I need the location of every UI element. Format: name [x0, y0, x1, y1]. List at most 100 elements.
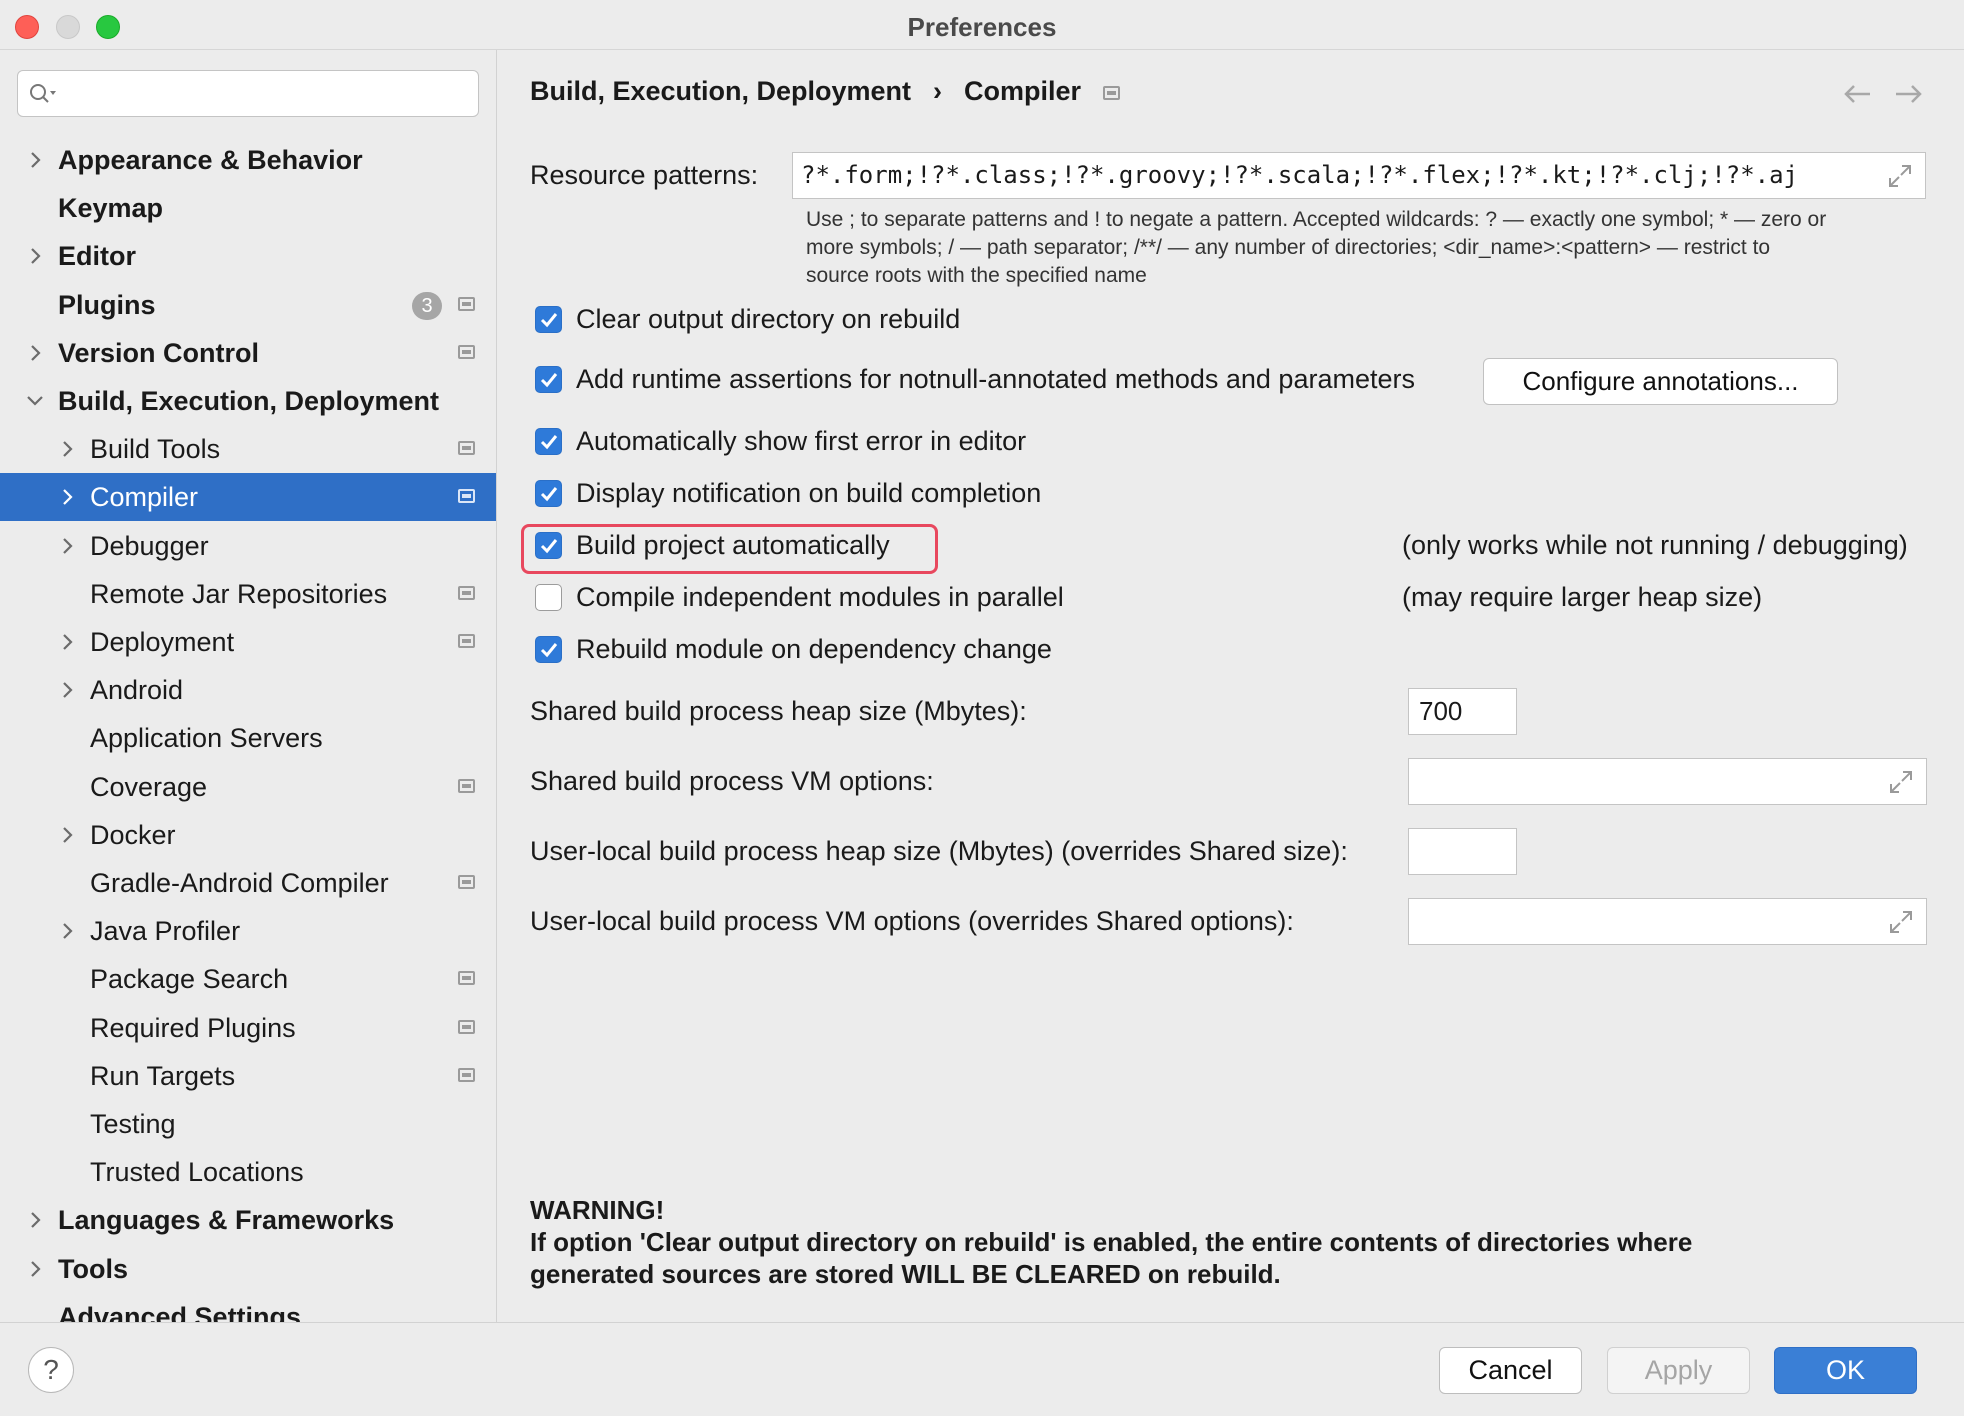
- resource-patterns-label: Resource patterns:: [530, 160, 759, 190]
- sidebar-item-label: Deployment: [90, 627, 235, 657]
- option-checkbox[interactable]: [535, 636, 562, 663]
- chevron-down-icon[interactable]: [24, 377, 48, 425]
- chevron-right-icon[interactable]: [56, 425, 80, 473]
- project-scope-icon: [458, 634, 475, 648]
- forward-arrow-icon[interactable]: [1894, 80, 1924, 114]
- chevron-right-icon[interactable]: [24, 329, 48, 377]
- checkmark-icon: [540, 487, 558, 502]
- sidebar-item[interactable]: Build Tools: [0, 425, 496, 473]
- settings-search-input[interactable]: [17, 70, 479, 117]
- chevron-right-icon[interactable]: [24, 232, 48, 280]
- resource-patterns-value: ?*.form;!?*.class;!?*.groovy;!?*.scala;!…: [801, 161, 1798, 189]
- option-label[interactable]: Automatically show first error in editor: [576, 426, 1026, 457]
- chevron-right-icon[interactable]: [56, 473, 80, 521]
- configure-annotations-button[interactable]: Configure annotations...: [1483, 358, 1838, 405]
- chevron-right-icon[interactable]: [24, 1245, 48, 1293]
- project-scope-icon: [458, 779, 475, 793]
- sidebar-item[interactable]: Gradle-Android Compiler: [0, 859, 496, 907]
- chevron-right-icon[interactable]: [56, 907, 80, 955]
- sidebar-item[interactable]: Advanced Settings: [0, 1293, 496, 1322]
- project-scope-icon: [458, 1020, 475, 1034]
- expand-icon[interactable]: [1888, 909, 1914, 935]
- sidebar-item[interactable]: Application Servers: [0, 714, 496, 762]
- user-heap-label: User-local build process heap size (Mbyt…: [530, 836, 1348, 866]
- shared-heap-input[interactable]: 700: [1408, 688, 1517, 735]
- chevron-right-icon[interactable]: [56, 666, 80, 714]
- user-vm-input[interactable]: [1408, 898, 1927, 945]
- project-scope-icon: [458, 971, 475, 985]
- option-checkbox[interactable]: [535, 584, 562, 611]
- help-button[interactable]: ?: [28, 1347, 74, 1393]
- back-arrow-icon[interactable]: [1842, 80, 1872, 114]
- sidebar-item[interactable]: Appearance & Behavior: [0, 136, 496, 184]
- sidebar-item[interactable]: Docker: [0, 811, 496, 859]
- sidebar-item-label: Languages & Frameworks: [58, 1205, 395, 1235]
- sidebar-item-label: Debugger: [90, 531, 209, 561]
- option-label[interactable]: Rebuild module on dependency change: [576, 634, 1052, 665]
- sidebar-item[interactable]: Version Control: [0, 329, 496, 377]
- sidebar-item[interactable]: Debugger: [0, 522, 496, 570]
- hint-line: source roots with the specified name: [806, 264, 1147, 287]
- option-checkbox[interactable]: [535, 306, 562, 333]
- option-label[interactable]: Display notification on build completion: [576, 478, 1041, 509]
- sidebar-item-label: Java Profiler: [90, 916, 241, 946]
- ok-button[interactable]: OK: [1774, 1347, 1917, 1394]
- resource-patterns-field[interactable]: ?*.form;!?*.class;!?*.groovy;!?*.scala;!…: [792, 152, 1926, 199]
- update-count-badge: 3: [412, 292, 442, 320]
- chevron-right-icon[interactable]: [24, 1196, 48, 1244]
- chevron-right-icon[interactable]: [56, 811, 80, 859]
- sidebar-item[interactable]: Android: [0, 666, 496, 714]
- project-scope-icon: [458, 441, 475, 455]
- resource-patterns-hint: Use ; to separate patterns and ! to nega…: [806, 206, 1936, 290]
- apply-button[interactable]: Apply: [1607, 1347, 1750, 1394]
- sidebar-item[interactable]: Keymap: [0, 184, 496, 232]
- cancel-button[interactable]: Cancel: [1439, 1347, 1582, 1394]
- window-title: Preferences: [907, 12, 1057, 42]
- breadcrumb-separator: ›: [933, 76, 943, 106]
- sidebar-item-label: Advanced Settings: [58, 1302, 302, 1322]
- sidebar-item-label: Application Servers: [90, 723, 323, 753]
- shared-vm-input[interactable]: [1408, 758, 1927, 805]
- option-label[interactable]: Compile independent modules in parallel: [576, 582, 1064, 613]
- project-scope-icon: [458, 489, 475, 503]
- warning-message: WARNING! If option 'Clear output directo…: [530, 1194, 1930, 1290]
- dialog-footer: ? Cancel Apply OK: [0, 1322, 1964, 1416]
- sidebar-item[interactable]: Java Profiler: [0, 907, 496, 955]
- option-checkbox[interactable]: [535, 428, 562, 455]
- sidebar-item[interactable]: Editor: [0, 232, 496, 280]
- option-note: (may require larger heap size): [1402, 582, 1763, 612]
- sidebar-item[interactable]: Trusted Locations: [0, 1148, 496, 1196]
- sidebar-item-label: Plugins: [58, 290, 156, 320]
- sidebar-item[interactable]: Plugins 3: [0, 281, 496, 329]
- sidebar-item[interactable]: Compiler: [0, 473, 496, 521]
- sidebar-item[interactable]: Coverage: [0, 763, 496, 811]
- sidebar-item[interactable]: Package Search: [0, 955, 496, 1003]
- sidebar-item[interactable]: Remote Jar Repositories: [0, 570, 496, 618]
- option-checkbox[interactable]: [535, 480, 562, 507]
- project-scope-icon: [458, 1068, 475, 1082]
- breadcrumb-parent[interactable]: Build, Execution, Deployment: [530, 76, 911, 106]
- sidebar-item[interactable]: Testing: [0, 1100, 496, 1148]
- sidebar-item-label: Tools: [58, 1254, 128, 1284]
- chevron-right-icon[interactable]: [56, 618, 80, 666]
- sidebar-item-label: Keymap: [58, 193, 164, 223]
- expand-icon[interactable]: [1888, 769, 1914, 795]
- sidebar-item[interactable]: Tools: [0, 1245, 496, 1293]
- user-heap-input[interactable]: [1408, 828, 1517, 875]
- option-checkbox[interactable]: [535, 366, 562, 393]
- chevron-right-icon[interactable]: [56, 522, 80, 570]
- chevron-right-icon[interactable]: [24, 136, 48, 184]
- hint-line: more symbols; / — path separator; /**/ —…: [806, 236, 1771, 259]
- sidebar-item-label: Coverage: [90, 772, 208, 802]
- sidebar-item[interactable]: Required Plugins: [0, 1004, 496, 1052]
- option-label[interactable]: Add runtime assertions for notnull-annot…: [576, 364, 1415, 395]
- sidebar-item[interactable]: Run Targets: [0, 1052, 496, 1100]
- sidebar-item-label: Package Search: [90, 964, 289, 994]
- option-label[interactable]: Clear output directory on rebuild: [576, 304, 960, 335]
- warning-line: If option 'Clear output directory on reb…: [530, 1227, 1693, 1257]
- sidebar-item[interactable]: Languages & Frameworks: [0, 1196, 496, 1244]
- expand-icon[interactable]: [1887, 163, 1913, 189]
- search-icon: [30, 84, 56, 103]
- sidebar-item[interactable]: Deployment: [0, 618, 496, 666]
- sidebar-item[interactable]: Build, Execution, Deployment: [0, 377, 496, 425]
